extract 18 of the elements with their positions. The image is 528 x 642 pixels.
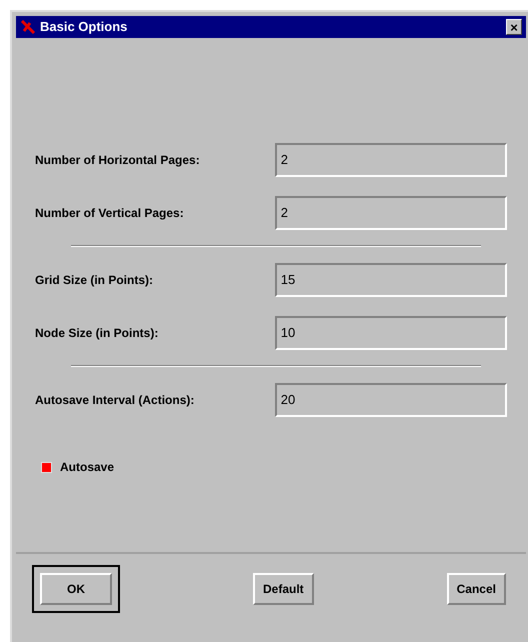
input-field[interactable]: 2 [274, 196, 507, 230]
field-label: Autosave Interval (Actions): [35, 392, 196, 408]
field-label: Grid Size (in Points): [35, 272, 154, 288]
checkbox[interactable] [41, 462, 52, 472]
checkbox-label: Autosave [60, 459, 114, 476]
x-logo-icon [20, 20, 36, 34]
close-button[interactable]: × [506, 19, 522, 35]
dialog-button[interactable]: Default [252, 573, 314, 605]
window-title: Basic Options [40, 18, 128, 36]
dialog-button[interactable]: OK [40, 573, 112, 605]
input-field[interactable]: 15 [274, 262, 507, 296]
field-label: Node Size (in Points): [35, 324, 160, 342]
input-field[interactable]: 10 [274, 316, 507, 350]
field-label: Number of Vertical Pages: [35, 204, 185, 222]
dialog-button[interactable]: Cancel [446, 573, 506, 605]
input-field[interactable]: 2 [274, 142, 507, 176]
input-field[interactable]: 20 [274, 382, 507, 416]
field-label: Number of Horizontal Pages: [35, 152, 201, 168]
